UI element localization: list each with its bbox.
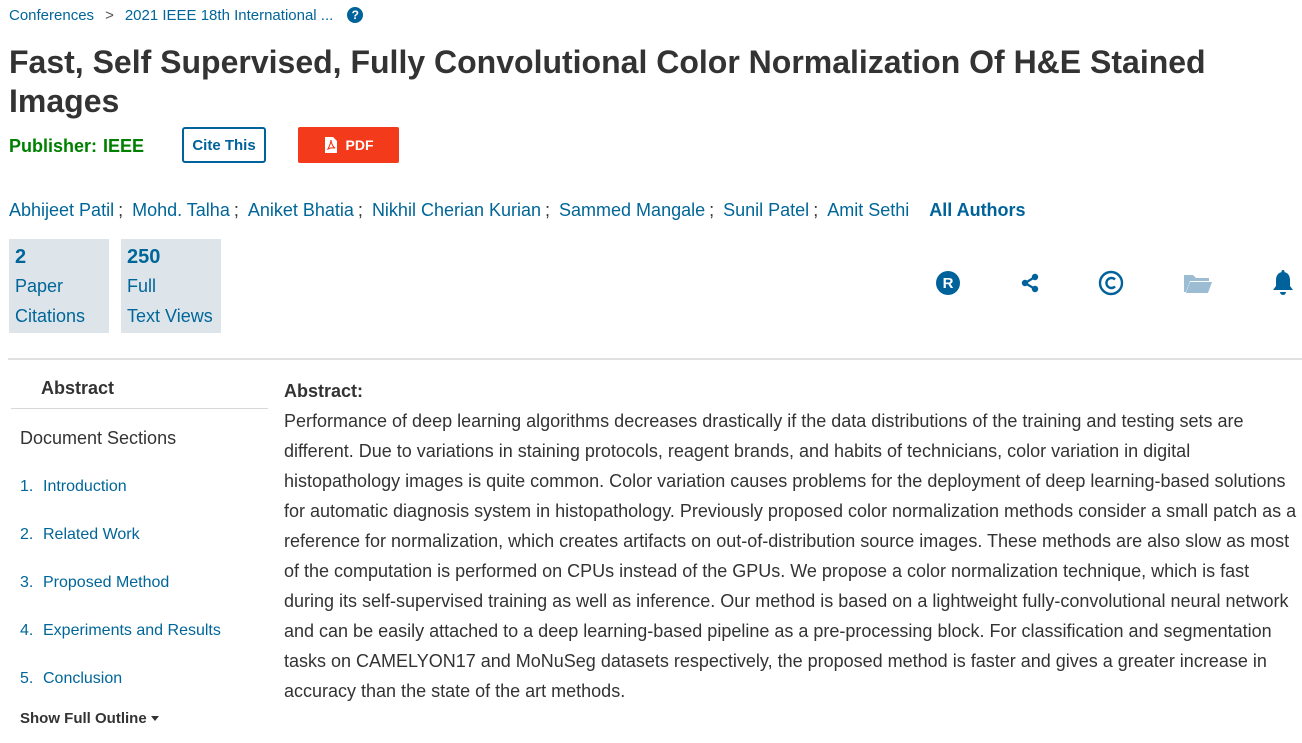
all-authors-link[interactable]: All Authors xyxy=(929,200,1025,221)
section-link[interactable]: Related Work xyxy=(43,526,140,543)
page-title: Fast, Self Supervised, Fully Convolution… xyxy=(9,44,1206,119)
abstract-text: Performance of deep learning algorithms … xyxy=(284,411,1297,701)
document-sections-list: 1. Introduction 2. Related Work 3. Proposed… xyxy=(20,476,221,716)
author-separator: ; xyxy=(545,200,551,220)
share-icon[interactable] xyxy=(1013,266,1047,300)
author-link[interactable]: Sunil Patel xyxy=(723,200,809,221)
author-separator: ; xyxy=(233,200,239,220)
publisher-info: Publisher: IEEE xyxy=(9,136,144,157)
section-number: 2. xyxy=(20,526,34,543)
metric-value: 2 xyxy=(15,246,27,268)
section-item-introduction[interactable]: 1. Introduction xyxy=(20,476,221,524)
document-sections-heading: Document Sections xyxy=(20,428,177,448)
metric-label: Text Views xyxy=(127,306,213,326)
pdf-button[interactable]: PDF xyxy=(298,127,399,163)
author-list: Abhijeet Patil; Mohd. Talha; Aniket Bhat… xyxy=(9,200,1026,221)
show-full-outline-button[interactable]: Show Full Outline xyxy=(20,710,159,727)
cite-this-button[interactable]: Cite This xyxy=(182,127,266,163)
section-item-related-work[interactable]: 2. Related Work xyxy=(20,524,221,572)
author-link[interactable]: Abhijeet Patil xyxy=(9,200,114,221)
section-item-experiments[interactable]: 4. Experiments and Results xyxy=(20,620,221,668)
breadcrumb-conferences-link[interactable]: Conferences xyxy=(9,7,94,24)
section-link[interactable]: Experiments and Results xyxy=(43,622,221,639)
abstract-section: Abstract: Performance of deep learning a… xyxy=(284,380,1298,706)
rights-icon[interactable]: R xyxy=(931,266,965,300)
section-number: 4. xyxy=(20,622,34,639)
section-link[interactable]: Proposed Method xyxy=(43,574,169,591)
author-link[interactable]: Sammed Mangale xyxy=(559,200,705,221)
section-number: 1. xyxy=(20,478,34,495)
author-separator: ; xyxy=(118,200,124,220)
author-separator: ; xyxy=(357,200,363,220)
section-link[interactable]: Introduction xyxy=(43,478,127,495)
author-link[interactable]: Amit Sethi xyxy=(827,200,909,221)
author-separator: ; xyxy=(709,200,715,220)
metric-label: Paper xyxy=(15,276,64,296)
abstract-heading: Abstract: xyxy=(284,381,364,401)
metric-label: Citations xyxy=(15,306,86,326)
section-number: 5. xyxy=(20,670,34,687)
full-text-views-metric[interactable]: 250 Full Text Views xyxy=(121,239,221,333)
section-number: 3. xyxy=(20,574,34,591)
help-icon[interactable]: ? xyxy=(347,7,364,23)
section-item-proposed-method[interactable]: 3. Proposed Method xyxy=(20,572,221,620)
tab-abstract[interactable]: Abstract xyxy=(11,370,268,409)
pdf-button-label: PDF xyxy=(345,137,374,153)
pdf-icon xyxy=(324,137,337,153)
author-separator: ; xyxy=(813,200,819,220)
section-item-conclusion[interactable]: 5. Conclusion xyxy=(20,668,221,716)
paper-citations-metric[interactable]: 2 Paper Citations xyxy=(9,239,109,333)
alert-bell-icon[interactable] xyxy=(1266,266,1300,300)
publisher-label: Publisher: xyxy=(9,136,98,156)
section-link[interactable]: Conclusion xyxy=(43,670,122,687)
breadcrumb: Conferences > 2021 IEEE 18th Internation… xyxy=(9,4,364,26)
divider xyxy=(8,358,1302,360)
breadcrumb-conference-link[interactable]: 2021 IEEE 18th International ... xyxy=(125,7,333,24)
show-full-outline-label: Show Full Outline xyxy=(20,710,147,727)
caret-down-icon xyxy=(150,716,159,721)
publisher-value: IEEE xyxy=(103,136,145,156)
copyright-icon[interactable] xyxy=(1094,266,1128,300)
author-link[interactable]: Mohd. Talha xyxy=(132,200,230,221)
author-link[interactable]: Aniket Bhatia xyxy=(248,200,354,221)
folder-icon[interactable] xyxy=(1181,266,1215,300)
svg-text:R: R xyxy=(943,275,954,292)
metric-value: 250 xyxy=(127,246,161,268)
breadcrumb-separator: > xyxy=(105,6,114,24)
author-link[interactable]: Nikhil Cherian Kurian xyxy=(372,200,541,221)
metric-label: Full xyxy=(127,276,157,296)
